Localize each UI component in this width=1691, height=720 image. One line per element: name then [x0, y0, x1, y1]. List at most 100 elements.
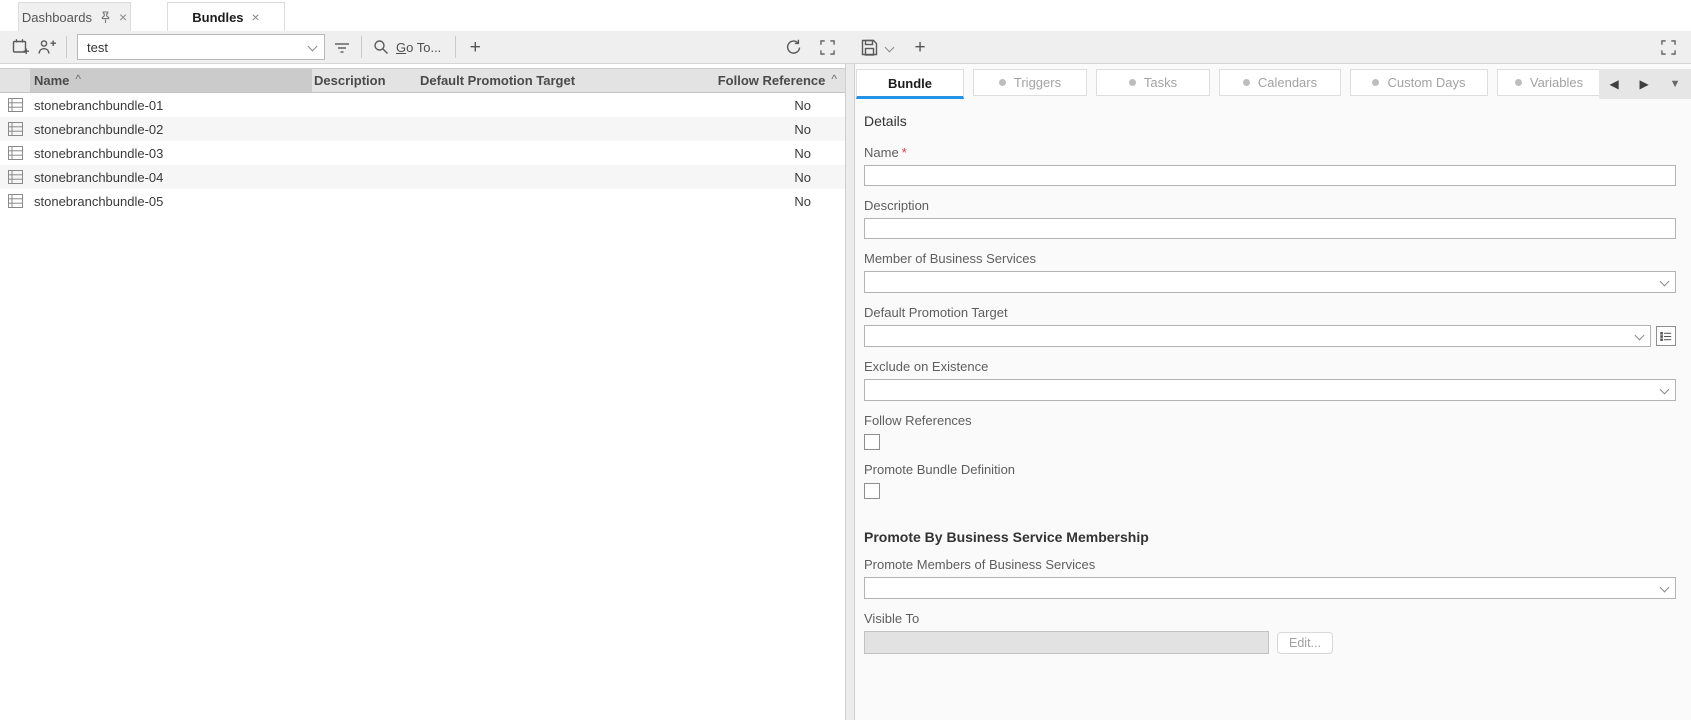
- name-field[interactable]: [864, 165, 1676, 186]
- maximize-list-icon[interactable]: [814, 34, 840, 60]
- cell-name: stonebranchbundle-05: [30, 194, 312, 209]
- default-promotion-target-row: [864, 320, 1676, 347]
- bundle-record-icon: [0, 146, 30, 160]
- details-list-icon: [1660, 331, 1672, 342]
- tab-bullet-icon: [999, 79, 1006, 86]
- tab-scroll-right-icon[interactable]: ▶: [1640, 77, 1649, 91]
- tab-bundles[interactable]: Bundles ×: [167, 2, 285, 31]
- pin-icon[interactable]: [100, 11, 111, 24]
- visible-to-edit-button[interactable]: Edit...: [1277, 632, 1333, 654]
- new-trigger-calendar-icon[interactable]: [8, 34, 34, 60]
- promote-members-select[interactable]: [864, 577, 1676, 599]
- bundles-list-panel: Name ^ Description Default Promotion Tar…: [0, 64, 846, 720]
- column-header-default-promotion-target[interactable]: Default Promotion Target: [418, 73, 654, 88]
- default-promotion-target-select[interactable]: [864, 325, 1651, 347]
- cell-name: stonebranchbundle-03: [30, 146, 312, 161]
- table-row[interactable]: stonebranchbundle-04 No: [0, 165, 845, 189]
- list-filter-value: test: [87, 40, 108, 55]
- toolbar-separator: [66, 36, 67, 58]
- table-row[interactable]: stonebranchbundle-03 No: [0, 141, 845, 165]
- cell-name: stonebranchbundle-01: [30, 98, 312, 113]
- list-actions-group: [780, 34, 840, 60]
- tab-dashboards[interactable]: Dashboards ×: [18, 2, 131, 31]
- save-icon[interactable]: [856, 34, 882, 60]
- panel-splitter[interactable]: [846, 64, 855, 720]
- tab-scroll-left-icon[interactable]: ◀: [1609, 77, 1618, 91]
- toolbar-separator: [455, 36, 456, 58]
- cell-follow-reference: No: [654, 170, 845, 185]
- column-header-description[interactable]: Description: [312, 73, 418, 88]
- bundle-form: Details Name* Description Member of Busi…: [855, 99, 1691, 720]
- detail-tab-bar: Bundle Triggers Tasks Calendars Custom D…: [856, 69, 1601, 99]
- tab-dashboards-label: Dashboards: [22, 10, 92, 25]
- exclude-on-existence-label: Exclude on Existence: [864, 359, 1676, 374]
- table-row[interactable]: stonebranchbundle-05 No: [0, 189, 845, 213]
- name-label: Name*: [864, 145, 1676, 160]
- cell-follow-reference: No: [654, 98, 845, 113]
- column-header-follow-reference[interactable]: Follow Reference^: [654, 73, 845, 88]
- bundle-record-icon: [0, 122, 30, 136]
- chevron-down-icon: [1660, 583, 1670, 593]
- bundle-record-icon: [0, 194, 30, 208]
- tab-calendars[interactable]: Calendars: [1219, 69, 1341, 96]
- toolbar-far-right: [1655, 34, 1681, 60]
- go-to-button[interactable]: Go To...: [396, 40, 441, 55]
- promotion-target-details-button[interactable]: [1656, 326, 1676, 346]
- promote-members-label: Promote Members of Business Services: [864, 557, 1676, 572]
- add-user-icon[interactable]: [34, 34, 60, 60]
- cell-follow-reference: No: [654, 194, 845, 209]
- tab-bullet-icon: [1515, 79, 1522, 86]
- exclude-on-existence-select[interactable]: [864, 379, 1676, 401]
- promote-bundle-definition-checkbox[interactable]: [864, 483, 880, 499]
- bundle-record-icon: [0, 170, 30, 184]
- visible-to-row: Edit...: [864, 631, 1676, 654]
- table-row[interactable]: stonebranchbundle-02 No: [0, 117, 845, 141]
- maximize-detail-icon[interactable]: [1655, 34, 1681, 60]
- tab-list-menu-icon[interactable]: ▼: [1670, 78, 1681, 90]
- details-heading: Details: [864, 113, 1676, 129]
- list-filter-select[interactable]: test: [77, 34, 325, 60]
- visible-to-label: Visible To: [864, 611, 1676, 626]
- save-options-chevron-icon[interactable]: [885, 42, 895, 52]
- default-promotion-target-label: Default Promotion Target: [864, 305, 1676, 320]
- tab-bullet-icon: [1129, 79, 1136, 86]
- chevron-down-icon: [1660, 277, 1670, 287]
- chevron-down-icon: [1635, 331, 1645, 341]
- member-of-business-services-label: Member of Business Services: [864, 251, 1676, 266]
- grid-header-icon-column: [0, 69, 30, 92]
- required-asterisk: *: [902, 145, 907, 160]
- column-header-name[interactable]: Name ^: [30, 69, 312, 92]
- tab-triggers[interactable]: Triggers: [973, 69, 1087, 96]
- tab-variables[interactable]: Variables: [1497, 69, 1601, 96]
- tab-bullet-icon: [1372, 79, 1379, 86]
- search-icon[interactable]: [368, 34, 394, 60]
- detail-actions-group: +: [856, 34, 933, 60]
- new-record-button[interactable]: +: [462, 34, 488, 60]
- plus-icon: +: [914, 38, 925, 57]
- cell-name: stonebranchbundle-04: [30, 170, 312, 185]
- new-detail-record-button[interactable]: +: [907, 34, 933, 60]
- table-row[interactable]: stonebranchbundle-01 No: [0, 93, 845, 117]
- bundle-detail-panel: Bundle Triggers Tasks Calendars Custom D…: [855, 64, 1691, 720]
- tab-custom-days[interactable]: Custom Days: [1350, 69, 1488, 96]
- tab-bullet-icon: [1243, 79, 1250, 86]
- bundle-record-icon: [0, 98, 30, 112]
- chevron-down-icon: [308, 42, 318, 52]
- close-icon[interactable]: ×: [119, 9, 127, 25]
- cell-follow-reference: No: [654, 146, 845, 161]
- description-field[interactable]: [864, 218, 1676, 239]
- plus-icon: +: [470, 38, 481, 57]
- filter-icon[interactable]: [329, 34, 355, 60]
- member-of-business-services-select[interactable]: [864, 271, 1676, 293]
- close-icon[interactable]: ×: [252, 9, 260, 25]
- refresh-icon[interactable]: [780, 34, 806, 60]
- bundles-app: Dashboards × Bundles × test: [0, 0, 1691, 720]
- cell-follow-reference: No: [654, 122, 845, 137]
- description-label: Description: [864, 198, 1676, 213]
- follow-references-checkbox[interactable]: [864, 434, 880, 450]
- tab-bundle[interactable]: Bundle: [856, 69, 964, 99]
- visible-to-field: [864, 631, 1269, 654]
- sort-asc-icon: ^: [831, 72, 837, 86]
- toolbar-separator: [361, 36, 362, 58]
- tab-tasks[interactable]: Tasks: [1096, 69, 1210, 96]
